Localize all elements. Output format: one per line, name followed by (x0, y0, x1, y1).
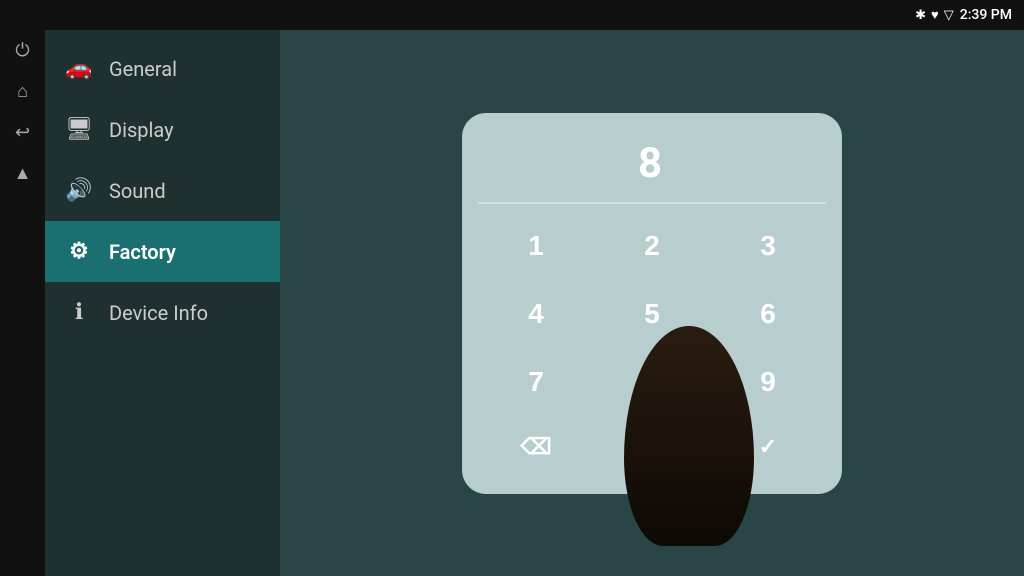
key-confirm[interactable]: ✓ (710, 416, 826, 478)
sidebar-item-general[interactable]: 🚗 General (45, 38, 280, 99)
key-empty-1 (594, 348, 710, 416)
sidebar: 🚗 General 🖥 Display 🔊 Sound ⚙ Factory ℹ … (45, 30, 280, 576)
key-7[interactable]: 7 (478, 348, 594, 416)
keypad: 1 2 3 4 5 6 7 9 ⌫ ✓ (478, 212, 826, 478)
info-icon: ℹ (65, 300, 93, 325)
factory-label: Factory (109, 240, 176, 264)
key-3[interactable]: 3 (710, 212, 826, 280)
sidebar-item-display[interactable]: 🖥 Display (45, 99, 280, 160)
back-icon[interactable]: ↩ (15, 122, 30, 143)
status-icons: ✱ ♥ ▽ (915, 7, 954, 23)
sidebar-item-sound[interactable]: 🔊 Sound (45, 160, 280, 221)
general-icon: 🚗 (65, 56, 93, 81)
bluetooth-icon: ✱ (915, 8, 926, 23)
key-5[interactable]: 5 (594, 280, 710, 348)
key-2[interactable]: 2 (594, 212, 710, 280)
device-info-label: Device Info (109, 301, 208, 325)
power-icon[interactable]: ⏻ (15, 40, 29, 61)
wifi-icon: ▽ (944, 8, 954, 23)
sound-label: Sound (109, 179, 166, 203)
key-9[interactable]: 9 (710, 348, 826, 416)
home-icon[interactable]: ⌂ (17, 81, 28, 102)
key-4[interactable]: 4 (478, 280, 594, 348)
general-label: General (109, 57, 177, 81)
sidebar-item-factory[interactable]: ⚙ Factory (45, 221, 280, 282)
key-empty-2 (594, 416, 710, 478)
location-icon: ♥ (931, 7, 939, 23)
status-time: 2:39 PM (960, 7, 1012, 23)
display-icon: 🖥 (65, 117, 93, 142)
key-backspace[interactable]: ⌫ (478, 416, 594, 478)
icon-bar: ⏻ ⌂ ↩ ▲ (0, 30, 45, 576)
sidebar-item-device-info[interactable]: ℹ Device Info (45, 282, 280, 343)
factory-icon: ⚙ (65, 239, 93, 264)
key-1[interactable]: 1 (478, 212, 594, 280)
pin-dialog: 8 1 2 3 4 5 6 7 9 ⌫ ✓ (462, 113, 842, 494)
key-6[interactable]: 6 (710, 280, 826, 348)
display-label: Display (109, 118, 174, 142)
main-content: 8 1 2 3 4 5 6 7 9 ⌫ ✓ (280, 30, 1024, 576)
main-wrapper: 8 1 2 3 4 5 6 7 9 ⌫ ✓ (280, 30, 1024, 576)
sound-icon: 🔊 (65, 178, 93, 203)
status-bar: ✱ ♥ ▽ 2:39 PM (0, 0, 1024, 30)
volume-icon[interactable]: ▲ (14, 163, 32, 184)
pin-display: 8 (478, 129, 826, 204)
